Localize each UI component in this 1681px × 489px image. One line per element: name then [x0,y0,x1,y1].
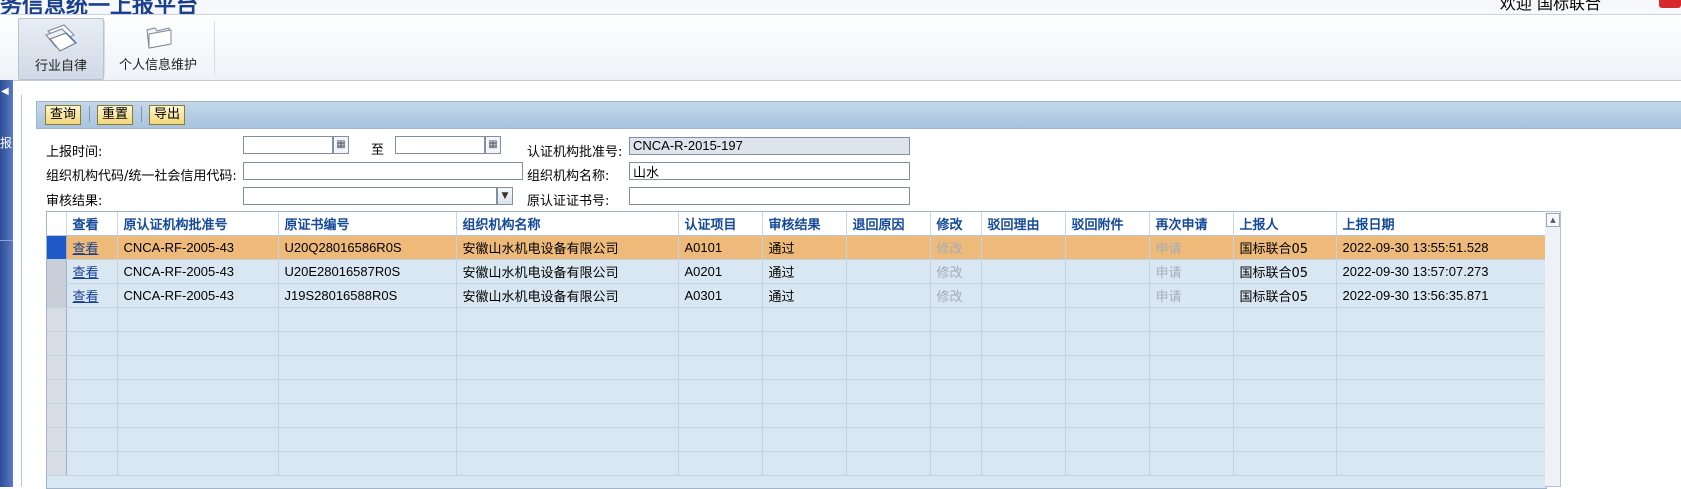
project-cell: A0101 [678,235,763,260]
reject-reason-cell [981,259,1066,284]
results-table: 查看 原认证机构批准号 原证书编号 组织机构名称 认证项目 审核结果 退回原因 … [47,212,1546,476]
return-reason-cell [846,235,931,260]
column-header[interactable]: 驳回理由 [981,212,1066,236]
results-grid: 查看 原认证机构批准号 原证书编号 组织机构名称 认证项目 审核结果 退回原因 … [46,211,1547,489]
project-cell: A0301 [678,283,763,308]
reject-attach-cell [1065,259,1150,284]
reject-reason-cell [981,235,1066,260]
view-link[interactable]: 查看 [73,266,99,281]
table-row[interactable]: 查看 CNCA-RF-2005-43 U20E28016587R0S 安徽山水机… [47,259,1546,284]
orig-approval-cell: CNCA-RF-2005-43 [117,283,279,308]
org-name-label: 组织机构名称: [527,169,610,184]
toolbar-item-industry-self-discipline[interactable]: 行业自律 [18,18,104,80]
project-cell: A0201 [678,259,763,284]
scroll-up-icon[interactable]: ▲ [1546,213,1560,227]
result-cell: 通过 [762,235,847,260]
reapply-action: 申请 [1149,259,1234,284]
orig-cert-cell: U20Q28016586R0S [278,235,457,260]
orig-cert-cell: U20E28016587R0S [278,259,457,284]
column-header[interactable]: 修改 [930,212,982,236]
report-time-label: 上报时间: [46,145,103,160]
column-header[interactable]: 再次申请 [1149,212,1234,236]
result-cell: 通过 [762,283,847,308]
return-reason-cell [846,283,931,308]
modify-action: 修改 [930,235,982,260]
view-link[interactable]: 查看 [73,242,99,257]
reject-attach-cell [1065,235,1150,260]
date-cell: 2022-09-30 13:56:35.871 [1336,283,1546,308]
column-header[interactable]: 原证书编号 [278,212,457,236]
logout-button[interactable] [1659,0,1681,8]
user-greeting: 欢迎 国标联合 [1499,0,1601,13]
modify-action: 修改 [930,259,982,284]
column-header[interactable]: 组织机构名称 [456,212,679,236]
side-nav-collapsed[interactable]: ◀ 报 [0,80,13,487]
cert-body-approval-field: CNCA-R-2015-197 [629,137,910,155]
reapply-action: 申请 [1149,283,1234,308]
app-title: 务信息统一上报平台 [0,0,199,15]
date-cell: 2022-09-30 13:57:07.273 [1336,259,1546,284]
orig-approval-cell: CNCA-RF-2005-43 [117,259,279,284]
org-name-cell: 安徽山水机电设备有限公司 [456,283,679,308]
column-header[interactable]: 查看 [66,212,118,236]
orig-cert-no-label: 原认证证书号: [527,194,610,209]
reporter-cell: 国标联合05 [1233,235,1337,260]
column-header[interactable]: 上报人 [1233,212,1337,236]
date-cell: 2022-09-30 13:55:51.528 [1336,235,1546,260]
column-header[interactable]: 上报日期 [1336,212,1546,236]
query-button[interactable]: 查询 [45,105,82,125]
review-result-label: 审核结果: [46,194,103,209]
module-toolbar: 行业自律 个人信息维护 [0,15,1681,81]
orig-cert-no-input[interactable] [629,187,910,205]
column-header[interactable]: 审核结果 [762,212,847,236]
return-reason-cell [846,259,931,284]
toolbar-item-label: 个人信息维护 [118,58,197,73]
orig-cert-cell: J19S28016588R0S [278,283,457,308]
column-header[interactable]: 退回原因 [846,212,931,236]
calendar-icon[interactable]: ▦ [333,136,349,154]
org-name-input[interactable] [629,162,910,180]
documents-icon [44,23,78,53]
grid-header-row: 查看 原认证机构批准号 原证书编号 组织机构名称 认证项目 审核结果 退回原因 … [47,212,1546,236]
table-row[interactable]: 查看 CNCA-RF-2005-43 U20Q28016586R0S 安徽山水机… [47,235,1546,260]
row-selector[interactable] [47,283,67,308]
orig-approval-cell: CNCA-RF-2005-43 [117,235,279,260]
date-to-input[interactable] [395,136,485,154]
org-code-input[interactable] [243,162,523,180]
toolbar-item-personal-info[interactable]: 个人信息维护 [112,18,204,78]
row-selector-header [47,212,67,236]
org-code-label: 组织机构代码/统一社会信用代码: [46,169,237,184]
action-bar: 查询 重置 导出 [36,101,1681,129]
row-selector[interactable] [47,235,67,260]
modify-action: 修改 [930,283,982,308]
collapse-arrow-icon[interactable]: ◀ [1,86,9,97]
reject-reason-cell [981,283,1066,308]
toolbar-item-label: 行业自律 [34,59,87,74]
reject-attach-cell [1065,283,1150,308]
org-name-cell: 安徽山水机电设备有限公司 [456,235,679,260]
cert-body-approval-label: 认证机构批准号: [527,145,623,160]
column-header[interactable]: 原认证机构批准号 [117,212,279,236]
reapply-action: 申请 [1149,235,1234,260]
calendar-icon[interactable]: ▦ [485,136,501,154]
chevron-down-icon[interactable]: ▼ [497,187,513,205]
vertical-scrollbar[interactable]: ▲ [1545,211,1561,487]
reporter-cell: 国标联合05 [1233,259,1337,284]
org-name-cell: 安徽山水机电设备有限公司 [456,259,679,284]
date-from-input[interactable] [243,136,333,154]
app-header: 务信息统一上报平台 欢迎 国标联合 [0,0,1681,15]
side-nav-label: 报 [0,136,13,150]
result-cell: 通过 [762,259,847,284]
reset-button[interactable]: 重置 [97,105,134,125]
review-result-select[interactable] [243,187,497,205]
row-selector[interactable] [47,259,67,284]
reporter-cell: 国标联合05 [1233,283,1337,308]
export-button[interactable]: 导出 [149,105,186,125]
to-label: 至 [371,143,385,158]
column-header[interactable]: 驳回附件 [1065,212,1150,236]
folder-icon [141,22,175,52]
column-header[interactable]: 认证项目 [678,212,763,236]
table-row[interactable]: 查看 CNCA-RF-2005-43 J19S28016588R0S 安徽山水机… [47,283,1546,308]
view-link[interactable]: 查看 [73,290,99,305]
